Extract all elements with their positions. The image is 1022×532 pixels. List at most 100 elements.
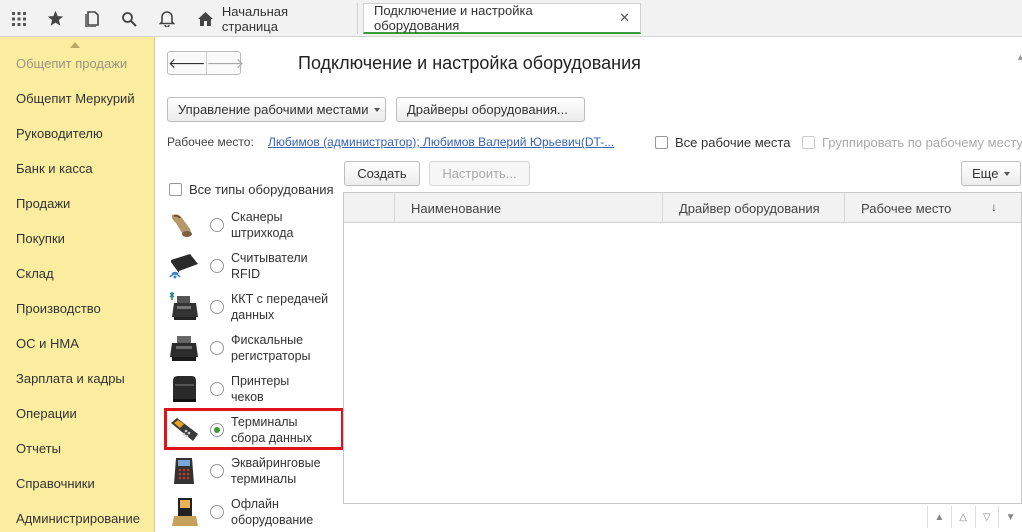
fiscal-printer-icon — [170, 336, 198, 361]
device-type-label: Эквайринговые терминалы — [231, 455, 343, 487]
device-type-fiscal-registrars[interactable]: Фискальные регистраторы — [165, 328, 343, 368]
table-scroll-controls: ▲ △ ▽ ▼ — [927, 506, 1022, 528]
device-type-label: Сканеры штрихкода — [231, 209, 343, 241]
page-title: Подключение и настройка оборудования — [298, 53, 641, 73]
sidebar-item[interactable]: Администрирование — [16, 511, 140, 526]
device-type-label: Считыватели RFID — [231, 250, 343, 282]
device-type-line1: Сканеры — [231, 210, 283, 224]
device-type-radio[interactable] — [210, 505, 224, 519]
device-type-barcode-scanners[interactable]: Сканеры штрихкода — [165, 205, 343, 245]
device-type-rfid-readers[interactable]: Считыватели RFID — [165, 246, 343, 286]
sidebar-item[interactable]: Общепит Меркурий — [16, 91, 135, 106]
tab-home[interactable]: Начальная страница — [188, 3, 358, 34]
sidebar-item[interactable]: Производство — [16, 301, 101, 316]
sidebar-item[interactable]: ОС и НМА — [16, 336, 79, 351]
device-type-line1: Фискальные — [231, 333, 304, 347]
history-icon[interactable] — [76, 0, 110, 37]
pos-terminal-icon — [174, 458, 194, 484]
home-icon — [198, 11, 213, 26]
device-type-radio[interactable] — [210, 341, 224, 355]
all-equipment-types-label: Все типы оборудования — [189, 182, 334, 197]
all-equipment-types-checkbox[interactable] — [169, 183, 182, 196]
more-label: Еще — [972, 166, 999, 181]
close-tab-icon[interactable]: ✕ — [619, 10, 630, 26]
selection-highlight — [164, 408, 344, 450]
apps-grid-icon[interactable] — [2, 0, 36, 37]
device-type-radio[interactable] — [210, 218, 224, 232]
chevron-down-icon — [1004, 171, 1011, 176]
device-type-line2: RFID — [231, 267, 261, 281]
workplace-label: Рабочее место: — [167, 135, 254, 149]
receipt-printer-icon — [173, 376, 196, 402]
group-by-workplace-checkbox[interactable] — [802, 136, 815, 149]
sort-arrow-icon[interactable]: ↓ — [991, 200, 997, 214]
device-type-line1: Офлайн — [231, 497, 279, 511]
device-type-line2: терминалы — [231, 472, 297, 486]
sidebar-item[interactable]: Банк и касса — [16, 161, 93, 176]
sidebar-item[interactable]: Отчеты — [16, 441, 61, 456]
device-type-radio[interactable] — [210, 259, 224, 273]
forward-arrow-icon[interactable]: 🡒 — [207, 52, 245, 74]
device-type-line2: регистраторы — [231, 349, 311, 363]
back-arrow-icon[interactable]: 🡐 — [168, 52, 207, 74]
scroll-right-icon[interactable]: ▲ — [1016, 52, 1022, 62]
scroll-down-icon[interactable]: ▽ — [974, 506, 999, 528]
group-by-workplace-label: Группировать по рабочему месту — [822, 135, 1022, 150]
equipment-table[interactable]: Наименование Драйвер оборудования Рабоче… — [343, 192, 1022, 504]
device-type-kkt[interactable]: ККТ с передачей данных — [165, 287, 343, 327]
sidebar-item[interactable]: Продажи — [16, 196, 70, 211]
workplace-link[interactable]: Любимов (администратор); Любимов Валерий… — [268, 135, 640, 149]
cash-register-icon — [169, 292, 198, 320]
device-type-line2: штрихкода — [231, 226, 294, 240]
device-type-offline-equipment[interactable]: Офлайн оборудование — [165, 492, 343, 532]
history-nav: 🡐 🡒 — [167, 51, 244, 75]
device-type-receipt-printers[interactable]: Принтеры чеков — [165, 369, 343, 409]
device-type-line1: Принтеры — [231, 374, 290, 388]
equipment-drivers-label: Драйверы оборудования... — [407, 102, 568, 117]
top-bar: Начальная страница Подключение и настрой… — [0, 0, 1022, 37]
create-button[interactable]: Создать — [344, 161, 420, 186]
device-type-label: Офлайн оборудование — [231, 496, 343, 528]
chevron-down-icon — [374, 107, 381, 112]
device-type-line2: чеков — [231, 390, 264, 404]
sidebar-item[interactable]: Руководителю — [16, 126, 103, 141]
sidebar-item[interactable]: Покупки — [16, 231, 65, 246]
sidebar: Общепит продажи Общепит Меркурий Руковод… — [0, 37, 155, 532]
sidebar-item[interactable]: Операции — [16, 406, 77, 421]
all-workplaces-label: Все рабочие места — [675, 135, 791, 150]
configure-button[interactable]: Настроить... — [429, 161, 530, 186]
tab-equipment-setup[interactable]: Подключение и настройка оборудования ✕ — [363, 3, 641, 34]
device-type-radio[interactable] — [210, 464, 224, 478]
scroll-top-icon[interactable]: ▲ — [927, 506, 951, 528]
star-icon[interactable] — [38, 0, 72, 37]
device-type-radio[interactable] — [210, 300, 224, 314]
device-type-line2: оборудование — [231, 513, 314, 527]
tab-home-label: Начальная страница — [221, 3, 289, 34]
device-type-radio[interactable] — [210, 382, 224, 396]
search-icon[interactable] — [112, 0, 146, 37]
equipment-drivers-button[interactable]: Драйверы оборудования... — [396, 97, 585, 122]
device-type-acquiring-terminals[interactable]: Эквайринговые терминалы — [165, 451, 343, 491]
scroll-up-icon[interactable] — [70, 42, 80, 48]
scroll-bottom-icon[interactable]: ▼ — [998, 506, 1022, 528]
sidebar-item[interactable]: Зарплата и кадры — [16, 371, 125, 386]
scroll-up-icon[interactable]: △ — [950, 506, 975, 528]
column-header-name[interactable]: Наименование — [394, 193, 662, 223]
offline-device-icon — [172, 498, 198, 526]
device-type-line1: Считыватели — [231, 251, 308, 265]
rfid-reader-icon — [169, 254, 198, 279]
bell-icon[interactable] — [150, 0, 184, 37]
all-workplaces-checkbox[interactable] — [655, 136, 668, 149]
more-button[interactable]: Еще — [961, 161, 1021, 186]
device-type-label: ККТ с передачей данных — [231, 291, 343, 323]
device-type-line1: Эквайринговые — [231, 456, 321, 470]
configure-label: Настроить... — [442, 166, 517, 181]
manage-workplaces-button[interactable]: Управление рабочими местами — [167, 97, 386, 122]
sidebar-item[interactable]: Справочники — [16, 476, 95, 491]
sidebar-item[interactable]: Общепит продажи — [16, 56, 127, 71]
device-type-label: Принтеры чеков — [231, 373, 343, 405]
barcode-scanner-icon — [171, 214, 192, 237]
column-header-driver[interactable]: Драйвер оборудования — [662, 193, 844, 223]
device-type-line2: данных — [231, 308, 275, 322]
sidebar-item[interactable]: Склад — [16, 266, 54, 281]
